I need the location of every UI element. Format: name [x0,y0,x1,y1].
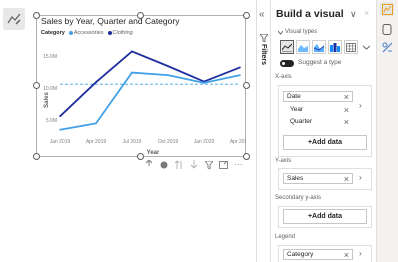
remove-field-icon[interactable]: × [344,117,349,128]
drill-down-icon[interactable] [189,160,198,169]
format-icon[interactable] [380,22,394,36]
visual-types-chevron-icon[interactable] [277,30,284,37]
y-tick-label: 5.0M [46,118,57,124]
expand-field-icon[interactable]: › [359,249,362,258]
data-point-accessories[interactable] [59,128,61,131]
pin-icon[interactable] [144,160,153,169]
suggest-type-label: Suggest a type [298,59,342,66]
x-axis-field-date[interactable]: Date × [283,91,353,102]
remove-field-icon[interactable]: × [344,174,349,185]
x-tick-label: Oct 2019 [158,139,179,145]
line-column-chart-type-icon[interactable] [312,40,326,54]
x-axis-add-data-button[interactable]: +Add data [283,135,367,150]
y-axis-field-sales[interactable]: Sales × [283,173,353,184]
data-point-clothing[interactable] [131,50,133,53]
expand-field-icon[interactable]: › [359,173,362,182]
focus-mode-icon[interactable] [219,160,228,169]
y-tick-label: 15.0M [43,54,57,60]
visual-types-label: Visual types [285,29,318,35]
pane-close-icon[interactable]: × [364,8,369,18]
analytics-icon[interactable] [380,40,394,54]
data-point-clothing[interactable] [59,115,61,118]
pane-dropdown-icon[interactable]: ∨ [350,9,357,20]
line-chart-type-icon[interactable] [280,40,294,54]
y-axis-title: Sales [44,92,50,108]
area-chart-type-icon[interactable] [296,40,310,54]
x-tick-label: Jan 2020 [194,139,215,145]
x-axis-label: X-axis [275,74,292,80]
table-type-icon[interactable] [344,40,358,54]
remove-field-icon[interactable]: × [344,250,349,261]
build-visual-icon[interactable] [380,2,394,16]
x-tick-label: Apr 2020 [230,139,246,145]
collapse-panes-icon[interactable]: « [259,9,265,20]
y-tick-label: 10.0M [43,86,57,92]
more-options-icon[interactable]: ··· [234,160,243,169]
x-axis-field-year[interactable]: Year × [283,104,353,115]
stacked-column-chart-type-icon[interactable] [328,40,342,54]
visual-edit-icon[interactable] [3,8,25,30]
x-axis-field-quarter[interactable]: Quarter × [283,116,353,127]
data-point-accessories[interactable] [95,122,97,125]
filters-pane-tab[interactable]: Filters [259,33,270,74]
x-tick-label: Jul 2019 [123,139,142,145]
x-tick-label: Apr 2019 [86,139,107,145]
visual-header-toolbar: ··· [144,160,243,169]
secondary-y-axis-label: Secondary y-axis [275,195,322,201]
filter-icon[interactable] [204,160,213,169]
data-point-accessories[interactable] [239,74,241,76]
filter-pane-icon [259,33,269,44]
data-point-accessories[interactable] [203,82,205,84]
data-point-clothing[interactable] [95,81,97,84]
series-line-accessories[interactable] [59,71,241,131]
secondary-y-add-data-button[interactable]: +Add data [283,209,367,224]
remove-field-icon[interactable]: × [344,92,349,103]
x-axis-title: Year [147,150,160,156]
y-axis-label: Y-axis [275,158,292,164]
data-point-clothing[interactable] [239,66,241,69]
data-point-accessories[interactable] [131,71,133,74]
remove-field-icon[interactable]: × [344,105,349,116]
drill-up-icon[interactable] [174,160,183,169]
data-point-accessories[interactable] [167,74,169,76]
visual-types-gallery [280,40,372,54]
legend-field-category[interactable]: Category × [283,249,353,260]
line-chart-plot: 5.0M 10.0M 15.0M Jan 2019 Apr 2019 Jul 2019 O… [43,50,246,156]
more-visual-types-chevron-icon[interactable] [360,40,372,54]
suggest-type-toggle[interactable] [280,60,294,67]
x-tick-label: Jan 2019 [50,139,71,145]
focus-icon[interactable] [159,160,168,169]
expand-field-icon[interactable]: › [359,101,362,110]
data-point-clothing[interactable] [167,65,169,67]
filters-label: Filters [260,44,267,66]
pane-title: Build a visual [276,8,344,20]
legend-well-label: Legend [275,234,296,240]
